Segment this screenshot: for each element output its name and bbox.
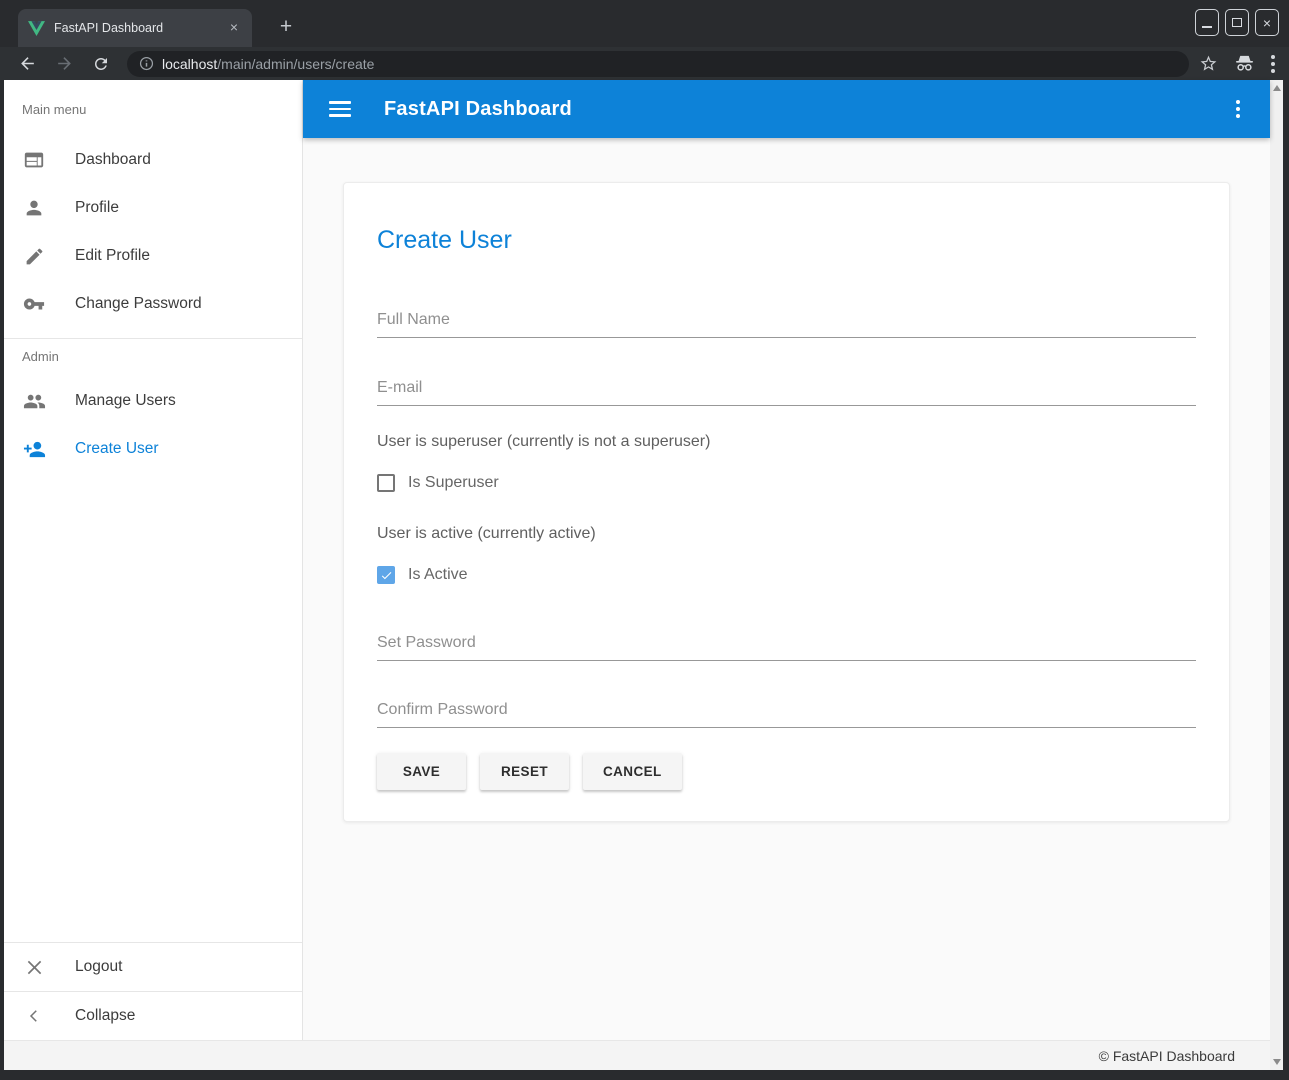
email-input[interactable] — [377, 375, 1196, 406]
browser-window: FastAPI Dashboard × + × localhost/main/a — [0, 0, 1289, 1080]
email-field — [377, 375, 1196, 406]
site-info-icon[interactable] — [139, 56, 154, 71]
vue-logo-icon — [28, 21, 45, 36]
sidebar-item-label: Logout — [75, 958, 122, 976]
sidebar-item-label: Change Password — [75, 295, 202, 313]
sidebar-item-label: Manage Users — [75, 392, 176, 410]
checkbox-unchecked-icon[interactable] — [377, 474, 395, 492]
close-icon — [22, 955, 46, 979]
browser-menu-kebab-icon[interactable] — [1271, 55, 1275, 73]
save-button[interactable]: SAVE — [377, 753, 466, 790]
toolbar-right — [1199, 54, 1275, 73]
form-buttons: SAVE RESET CANCEL — [377, 753, 1196, 790]
tab-title: FastAPI Dashboard — [54, 21, 226, 35]
tab-close-icon[interactable]: × — [226, 20, 242, 36]
close-window-icon: × — [1263, 17, 1271, 29]
sidebar-item-label: Collapse — [75, 1007, 135, 1025]
sidebar-section-admin: Admin — [4, 339, 302, 377]
minimize-button[interactable] — [1195, 9, 1219, 36]
app-frame: Main menu Dashboard Profile — [4, 80, 1283, 1070]
maximize-icon — [1232, 18, 1242, 27]
sidebar-item-profile[interactable]: Profile — [4, 184, 302, 232]
sidebar-item-collapse[interactable]: Collapse — [4, 992, 302, 1040]
sidebar-item-label: Profile — [75, 199, 119, 217]
sidebar-item-logout[interactable]: Logout — [4, 943, 302, 991]
active-note: User is active (currently active) — [377, 524, 1196, 543]
full-name-field — [377, 307, 1196, 338]
main-area: FastAPI Dashboard Create User — [303, 80, 1270, 1040]
incognito-icon — [1234, 55, 1255, 72]
url-host: localhost — [162, 56, 217, 72]
checkbox-checked-icon[interactable] — [377, 566, 395, 584]
sidebar: Main menu Dashboard Profile — [4, 80, 303, 1040]
people-icon — [22, 389, 46, 413]
url-bar[interactable]: localhost/main/admin/users/create — [127, 51, 1189, 77]
superuser-note: User is superuser (currently is not a su… — [377, 432, 1196, 451]
checkbox-label: Is Active — [408, 566, 468, 584]
sidebar-item-create-user[interactable]: Create User — [4, 425, 302, 473]
minimize-icon — [1202, 26, 1212, 28]
new-tab-button[interactable]: + — [274, 15, 298, 39]
is-active-checkbox-row[interactable]: Is Active — [377, 565, 1196, 585]
page-scrollbar[interactable] — [1270, 80, 1283, 1070]
close-window-button[interactable]: × — [1255, 9, 1279, 36]
app-menu-kebab-icon[interactable] — [1232, 96, 1244, 122]
checkbox-label: Is Superuser — [408, 474, 499, 492]
cancel-button[interactable]: CANCEL — [583, 753, 682, 790]
page-title: Create User — [377, 225, 1196, 255]
url-text: localhost/main/admin/users/create — [162, 56, 374, 72]
refresh-button[interactable] — [88, 51, 114, 77]
forward-button[interactable] — [51, 51, 77, 77]
person-add-icon — [22, 437, 46, 461]
app-header: FastAPI Dashboard — [303, 80, 1270, 138]
confirm-password-input[interactable] — [377, 697, 1196, 728]
scroll-down-arrow-icon[interactable] — [1273, 1059, 1281, 1065]
url-path: /main/admin/users/create — [217, 56, 374, 72]
create-user-card: Create User User is superuser (currently… — [343, 182, 1230, 822]
set-password-field — [377, 630, 1196, 661]
browser-tab-strip: FastAPI Dashboard × + × — [0, 0, 1289, 47]
back-button[interactable] — [14, 51, 40, 77]
sidebar-item-manage-users[interactable]: Manage Users — [4, 377, 302, 425]
sidebar-section-main-menu: Main menu — [4, 94, 302, 128]
chevron-left-icon — [22, 1004, 46, 1028]
full-name-input[interactable] — [377, 307, 1196, 338]
browser-tab[interactable]: FastAPI Dashboard × — [18, 9, 252, 47]
maximize-button[interactable] — [1225, 9, 1249, 36]
copyright-text: © FastAPI Dashboard — [1099, 1048, 1235, 1064]
hamburger-menu-icon[interactable] — [329, 101, 351, 117]
sidebar-item-label: Create User — [75, 440, 159, 458]
bookmark-star-icon[interactable] — [1199, 54, 1218, 73]
confirm-password-field — [377, 697, 1196, 728]
key-icon — [22, 292, 46, 316]
set-password-input[interactable] — [377, 630, 1196, 661]
app-footer: © FastAPI Dashboard — [4, 1040, 1270, 1070]
person-icon — [22, 196, 46, 220]
scroll-up-arrow-icon[interactable] — [1273, 85, 1281, 91]
sidebar-item-label: Edit Profile — [75, 247, 150, 265]
is-superuser-checkbox-row[interactable]: Is Superuser — [377, 473, 1196, 493]
window-controls: × — [1195, 9, 1279, 36]
browser-toolbar: localhost/main/admin/users/create — [0, 47, 1289, 80]
sidebar-item-label: Dashboard — [75, 151, 151, 169]
edit-icon — [22, 244, 46, 268]
sidebar-item-edit-profile[interactable]: Edit Profile — [4, 232, 302, 280]
sidebar-item-dashboard[interactable]: Dashboard — [4, 136, 302, 184]
sidebar-item-change-password[interactable]: Change Password — [4, 280, 302, 328]
reset-button[interactable]: RESET — [480, 753, 569, 790]
page-content: Create User User is superuser (currently… — [303, 138, 1270, 1040]
dashboard-icon — [22, 148, 46, 172]
app-title: FastAPI Dashboard — [384, 98, 572, 121]
sidebar-bottom: Logout Collapse — [4, 942, 302, 1040]
